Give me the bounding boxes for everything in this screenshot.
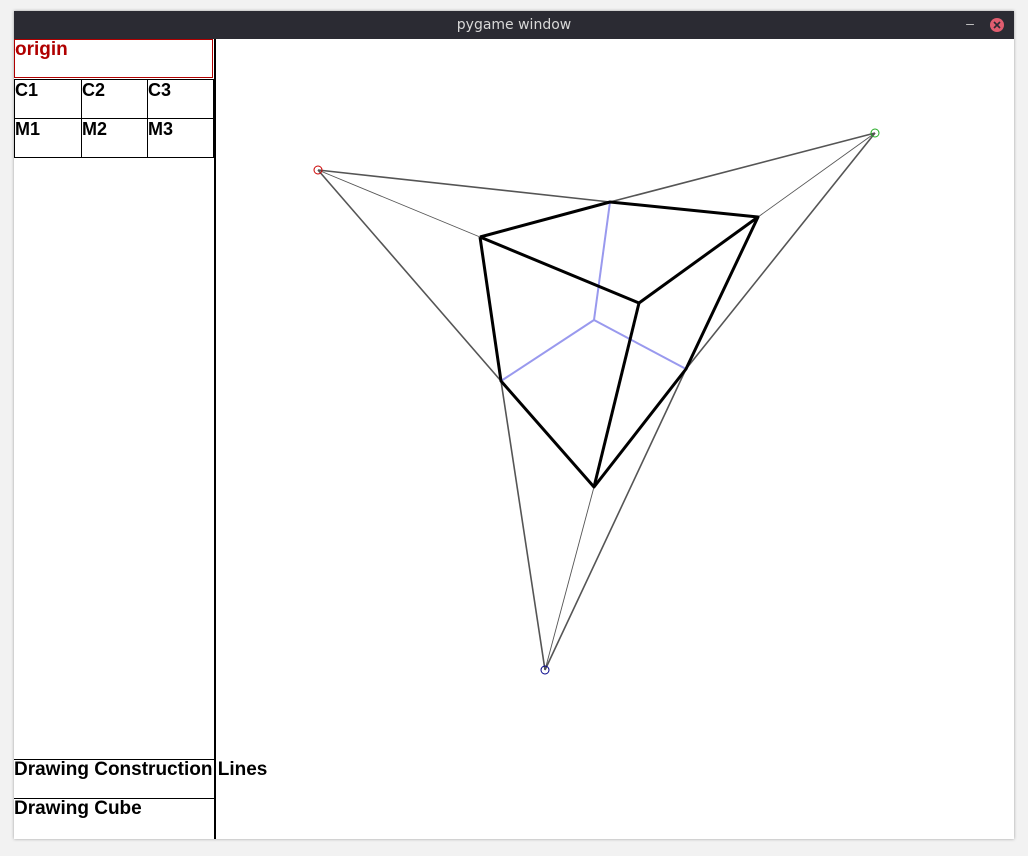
pygame-surface: origin C1 C2 C3 M1 M2 M3 Drawing Constru… <box>14 39 1014 839</box>
construction-lines-toggle[interactable]: Drawing Construction Lines <box>14 759 267 799</box>
origin-button[interactable]: origin <box>14 39 213 78</box>
title-bar[interactable]: pygame window – <box>14 11 1014 39</box>
window-title: pygame window <box>456 17 572 33</box>
construction-line <box>317 169 502 382</box>
construction-line <box>317 169 611 203</box>
hidden-edge <box>593 201 611 321</box>
c2-button[interactable]: C2 <box>81 79 148 119</box>
hidden-edges <box>500 201 687 382</box>
cube-status: Drawing Cube <box>14 798 142 819</box>
origin-label: origin <box>15 39 68 60</box>
m2-button[interactable]: M2 <box>81 118 148 158</box>
construction-line <box>757 132 876 218</box>
sidebar: origin C1 C2 C3 M1 M2 M3 Drawing Constru… <box>14 39 267 839</box>
m2-label: M2 <box>82 119 108 139</box>
c2-label: C2 <box>82 80 106 100</box>
minimize-button[interactable]: – <box>963 15 977 33</box>
m3-label: M3 <box>148 119 174 139</box>
cube-outline <box>478 200 760 489</box>
cube-edges <box>478 200 760 489</box>
c1-button[interactable]: C1 <box>14 79 82 119</box>
c3-button[interactable]: C3 <box>147 79 214 119</box>
m1-label: M1 <box>15 119 41 139</box>
close-icon <box>993 21 1001 29</box>
construction-line <box>609 132 876 203</box>
hidden-edge <box>593 319 687 370</box>
construction-lines <box>317 132 876 671</box>
construction-line <box>317 169 481 238</box>
construction-line <box>544 368 687 671</box>
c3-label: C3 <box>148 80 172 100</box>
cube-toggle[interactable]: Drawing Cube <box>14 799 214 839</box>
construction-line <box>685 132 876 370</box>
pygame-window: pygame window – origin C1 C2 C3 M1 M2 M3… <box>14 11 1014 839</box>
construction-lines-status: Drawing Construction Lines <box>14 759 268 780</box>
m1-button[interactable]: M1 <box>14 118 82 158</box>
c1-label: C1 <box>15 80 39 100</box>
construction-line <box>544 486 595 671</box>
close-button[interactable] <box>990 18 1004 32</box>
cube-edge <box>479 235 640 305</box>
m3-button[interactable]: M3 <box>147 118 214 158</box>
hidden-edge <box>500 319 595 382</box>
cube-edge <box>638 215 759 305</box>
